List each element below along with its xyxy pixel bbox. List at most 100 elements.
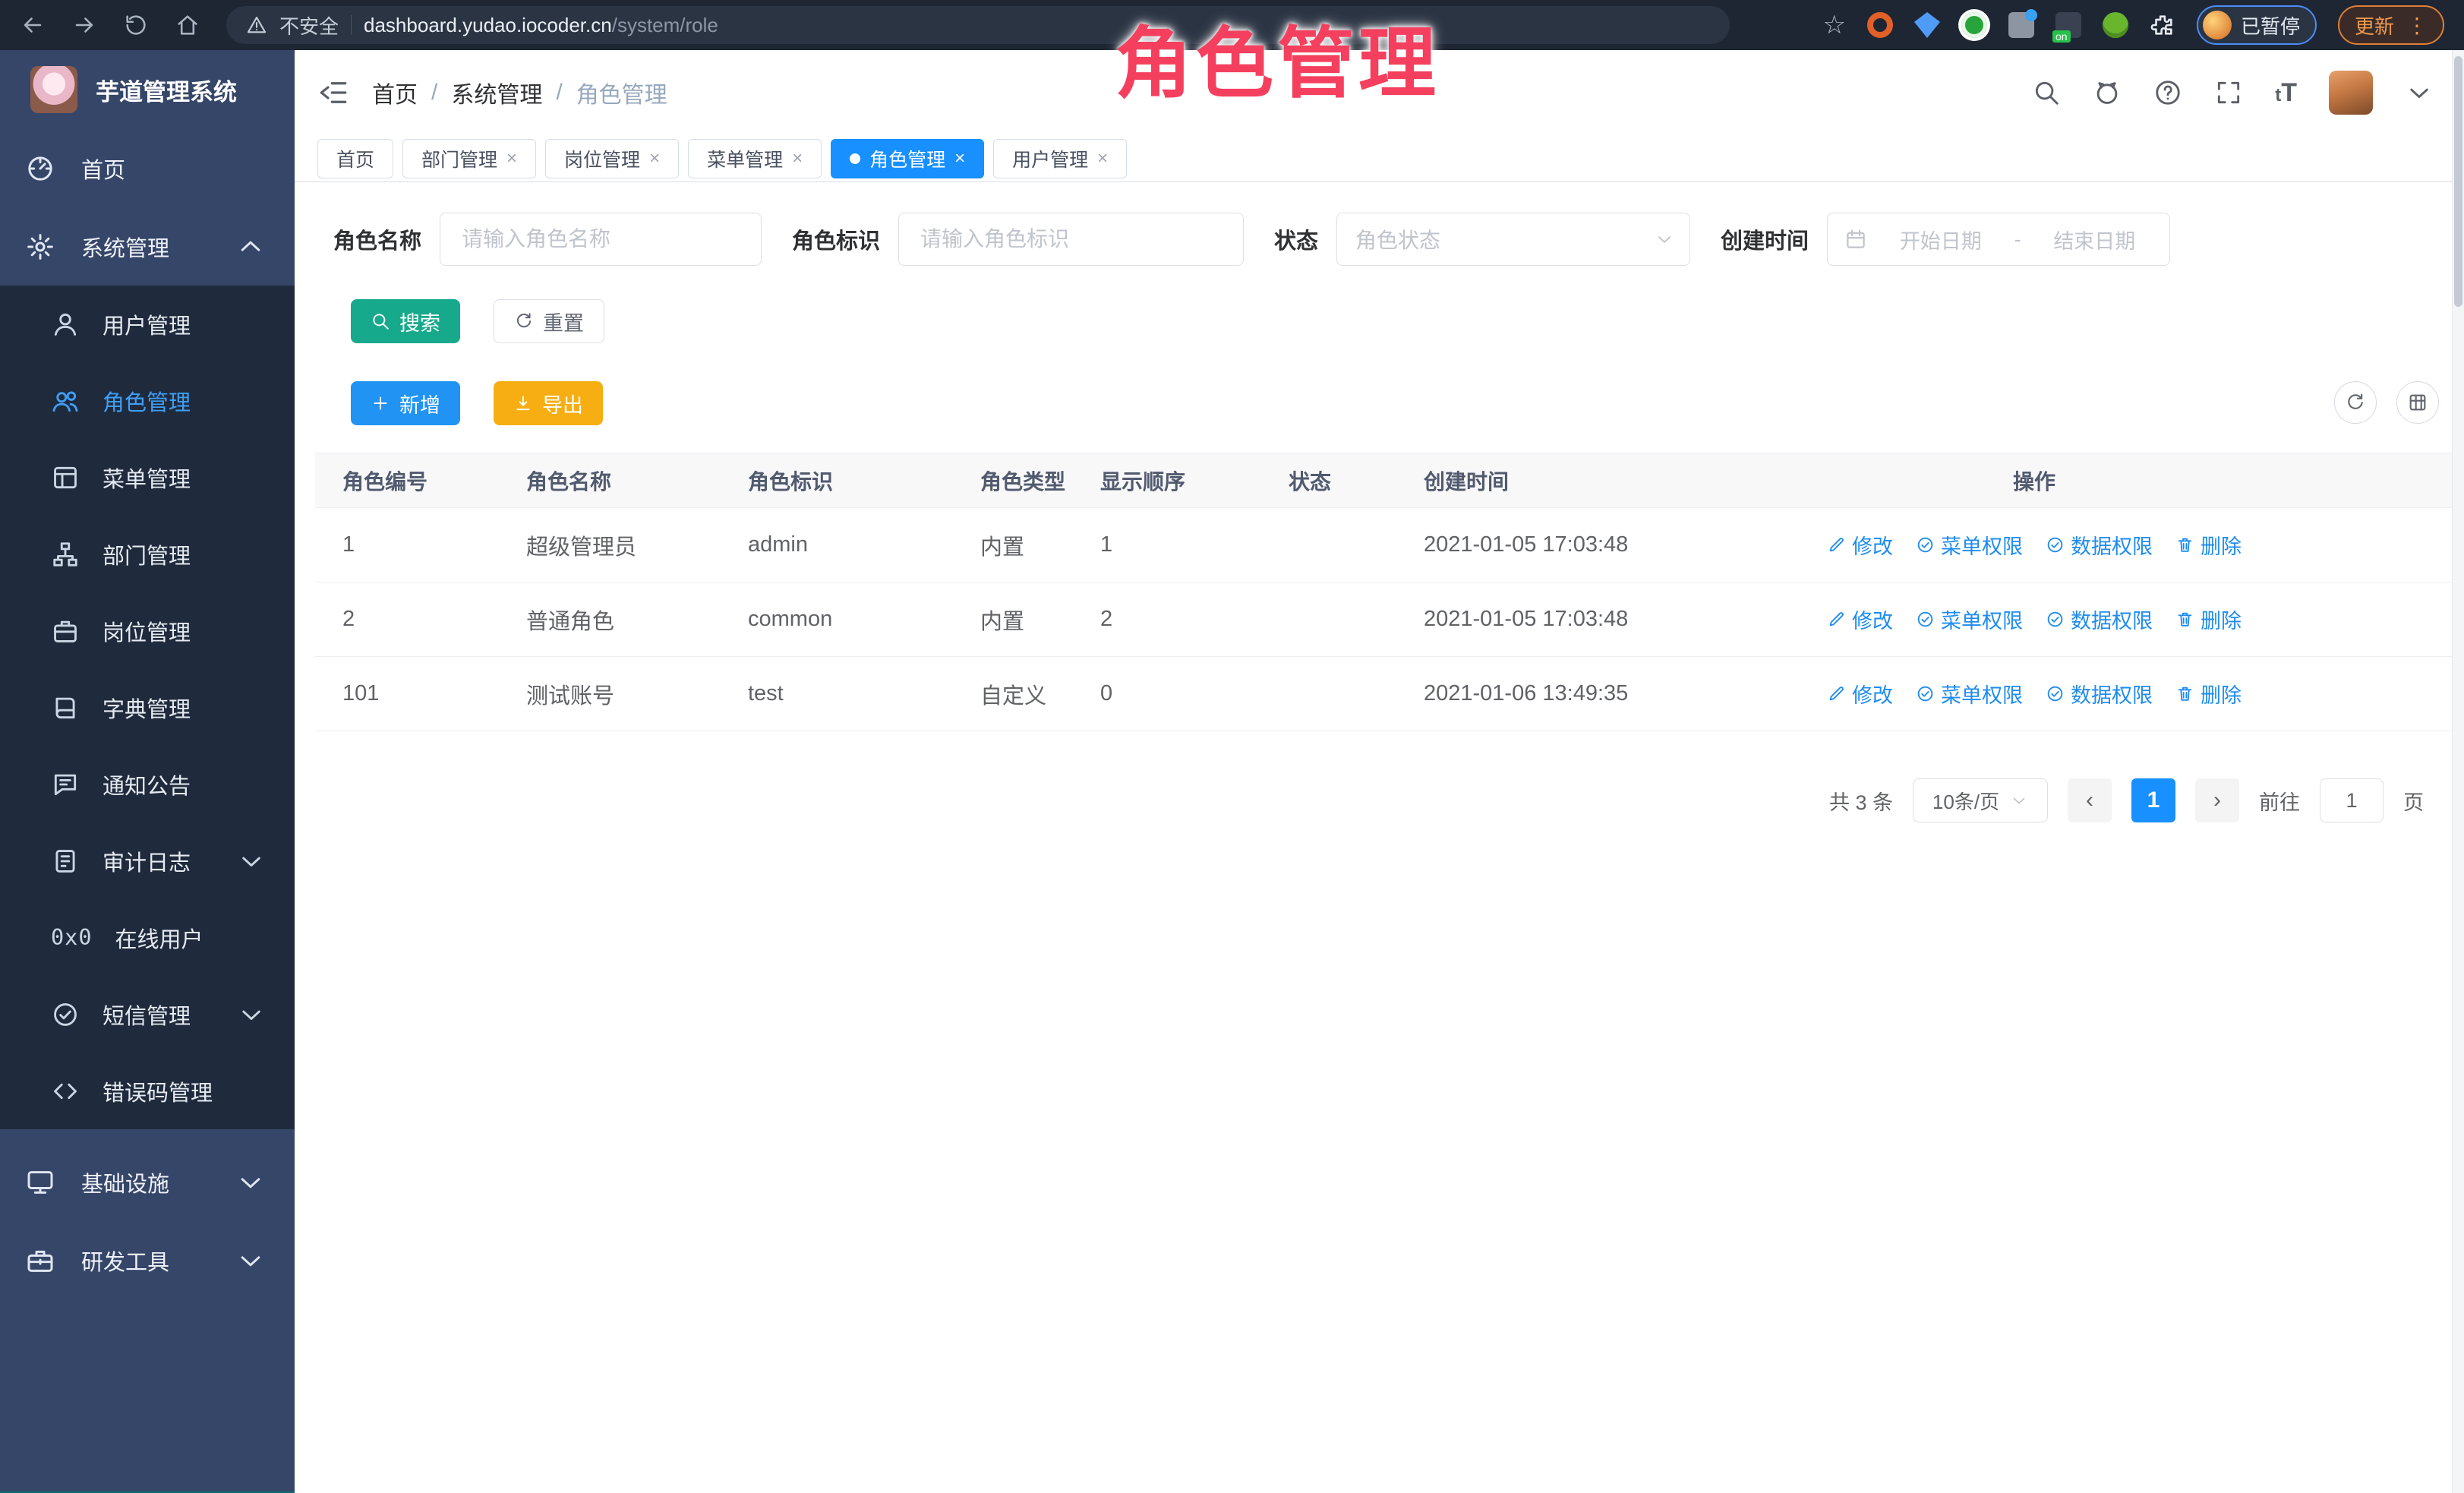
- edit-link[interactable]: 修改: [1827, 679, 1893, 709]
- browser-profile-chip[interactable]: 已暂停: [2197, 5, 2317, 45]
- browser-forward-icon[interactable]: [71, 12, 97, 38]
- column-header-status: 状态: [1261, 466, 1396, 496]
- close-icon[interactable]: ×: [1097, 148, 1108, 169]
- sidebar-item-infrastructure[interactable]: 基础设施: [0, 1143, 295, 1221]
- tab-menus[interactable]: 菜单管理×: [688, 139, 822, 178]
- column-settings-button[interactable]: [2396, 381, 2439, 424]
- edit-icon: [1827, 684, 1846, 703]
- start-date-placeholder: 开始日期: [1882, 225, 1999, 254]
- app-logo-row[interactable]: 芋道管理系统: [0, 50, 295, 129]
- search-button-row: 搜索 重置: [351, 299, 2453, 343]
- search-button[interactable]: 搜索: [351, 299, 460, 343]
- sidebar-item-sms[interactable]: 短信管理: [0, 976, 295, 1053]
- close-icon[interactable]: ×: [792, 148, 803, 169]
- browser-reload-icon[interactable]: [123, 12, 149, 38]
- tab-home[interactable]: 首页: [317, 139, 393, 178]
- sidebar-item-menus[interactable]: 菜单管理: [0, 439, 295, 516]
- avatar-caret-icon[interactable]: [2405, 78, 2434, 107]
- delete-link[interactable]: 删除: [2175, 530, 2242, 560]
- sidebar-item-posts[interactable]: 岗位管理: [0, 592, 295, 669]
- scrollbar-thumb[interactable]: [2454, 56, 2462, 307]
- delete-link[interactable]: 删除: [2175, 604, 2242, 634]
- menu-permission-link[interactable]: 菜单权限: [1916, 604, 2023, 634]
- menu-permission-link[interactable]: 菜单权限: [1916, 530, 2023, 560]
- search-icon[interactable]: [2032, 78, 2061, 107]
- browser-menu-icon[interactable]: ⋮: [2406, 13, 2428, 38]
- sidebar-item-label: 审计日志: [103, 845, 191, 877]
- tab-roles-active[interactable]: 角色管理 ×: [831, 139, 984, 178]
- extension-icon-tampermonkey[interactable]: [2103, 12, 2128, 38]
- address-bar[interactable]: 不安全 dashboard.yudao.iocoder.cn/system/ro…: [226, 6, 1730, 44]
- tab-label: 角色管理: [869, 145, 945, 172]
- vertical-scrollbar[interactable]: [2452, 50, 2464, 1493]
- cell-type: 内置: [953, 529, 1073, 561]
- data-permission-link[interactable]: 数据权限: [2046, 679, 2153, 709]
- sidebar-item-label: 在线用户: [115, 922, 203, 954]
- browser-home-icon[interactable]: [175, 12, 200, 38]
- date-range-picker[interactable]: 开始日期 - 结束日期: [1827, 213, 2170, 266]
- close-icon[interactable]: ×: [506, 148, 517, 169]
- prev-page-button[interactable]: ‹: [2068, 778, 2112, 822]
- browser-back-icon[interactable]: [20, 12, 46, 38]
- extension-icon-gem[interactable]: [1914, 12, 1940, 38]
- data-permission-link[interactable]: 数据权限: [2046, 604, 2153, 634]
- sidebar-item-departments[interactable]: 部门管理: [0, 516, 295, 592]
- sidebar-item-users[interactable]: 用户管理: [0, 286, 295, 362]
- sidebar-item-system[interactable]: 系统管理: [0, 207, 295, 286]
- page-size-select[interactable]: 10条/页: [1913, 778, 2048, 822]
- browser-update-button[interactable]: 更新 ⋮: [2338, 5, 2444, 45]
- extension-icon-orange[interactable]: [1867, 12, 1893, 38]
- sidebar-item-roles[interactable]: 角色管理: [0, 362, 295, 439]
- menu-permission-link[interactable]: 菜单权限: [1916, 679, 2023, 709]
- extensions-puzzle-icon[interactable]: [2150, 12, 2175, 38]
- font-size-icon[interactable]: tT: [2275, 78, 2297, 108]
- not-secure-warning-icon: [246, 14, 267, 36]
- sidebar-item-notice[interactable]: 通知公告: [0, 746, 295, 822]
- calendar-icon: [1844, 228, 1867, 251]
- breadcrumb-separator: /: [556, 80, 562, 106]
- refresh-table-button[interactable]: [2334, 381, 2377, 424]
- close-icon[interactable]: ×: [649, 148, 660, 169]
- close-icon[interactable]: ×: [954, 148, 965, 169]
- edit-link[interactable]: 修改: [1827, 530, 1893, 560]
- user-avatar[interactable]: [2329, 71, 2373, 115]
- next-page-button[interactable]: ›: [2195, 778, 2239, 822]
- sidebar-fold-icon[interactable]: [317, 77, 349, 109]
- extension-icon-grid[interactable]: [2008, 12, 2034, 38]
- table-row: 101 测试账号 test 自定义 0 2021-01-06 13:49:35 …: [315, 657, 2453, 731]
- edit-link[interactable]: 修改: [1827, 604, 1893, 634]
- goto-page-input[interactable]: [2320, 778, 2384, 822]
- extension-icon-green[interactable]: [1961, 12, 1987, 38]
- tab-users[interactable]: 用户管理×: [993, 139, 1127, 178]
- tab-posts[interactable]: 岗位管理×: [545, 139, 679, 178]
- breadcrumb-system[interactable]: 系统管理: [451, 76, 542, 109]
- extension-icon-proxy-on[interactable]: [2055, 12, 2081, 38]
- role-key-input[interactable]: [898, 213, 1244, 266]
- bookmark-star-icon[interactable]: ☆: [1822, 10, 1845, 40]
- github-icon[interactable]: [2093, 78, 2122, 107]
- breadcrumb-home[interactable]: 首页: [372, 76, 418, 109]
- add-button[interactable]: 新增: [351, 381, 460, 425]
- status-select[interactable]: 角色状态: [1336, 213, 1690, 266]
- delete-link[interactable]: 删除: [2175, 679, 2242, 709]
- table-row: 2 普通角色 common 内置 2 2021-01-05 17:03:48 修…: [315, 582, 2453, 657]
- tab-departments[interactable]: 部门管理×: [402, 139, 536, 178]
- fullscreen-icon[interactable]: [2214, 78, 2243, 107]
- data-permission-link[interactable]: 数据权限: [2046, 530, 2153, 560]
- sidebar-item-home[interactable]: 首页: [0, 129, 295, 207]
- address-divider: [351, 15, 352, 35]
- row-actions: 修改 菜单权限 数据权限 删除: [1822, 530, 2247, 560]
- status-select-placeholder: 角色状态: [1355, 224, 1440, 254]
- sidebar-item-dev-tools[interactable]: 研发工具: [0, 1221, 295, 1299]
- sidebar-item-label: 系统管理: [81, 231, 169, 263]
- sidebar-item-dict[interactable]: 字典管理: [0, 669, 295, 746]
- sidebar-item-error-codes[interactable]: 错误码管理: [0, 1053, 295, 1129]
- sidebar-item-online-users[interactable]: 0x0 在线用户: [0, 899, 295, 976]
- export-button[interactable]: 导出: [494, 381, 603, 425]
- help-icon[interactable]: [2153, 78, 2182, 107]
- sidebar-item-audit-log[interactable]: 审计日志: [0, 822, 295, 899]
- current-page-button[interactable]: 1: [2131, 778, 2175, 822]
- reset-button[interactable]: 重置: [494, 299, 604, 343]
- role-name-input[interactable]: [440, 213, 762, 266]
- sidebar-item-label: 通知公告: [103, 769, 191, 800]
